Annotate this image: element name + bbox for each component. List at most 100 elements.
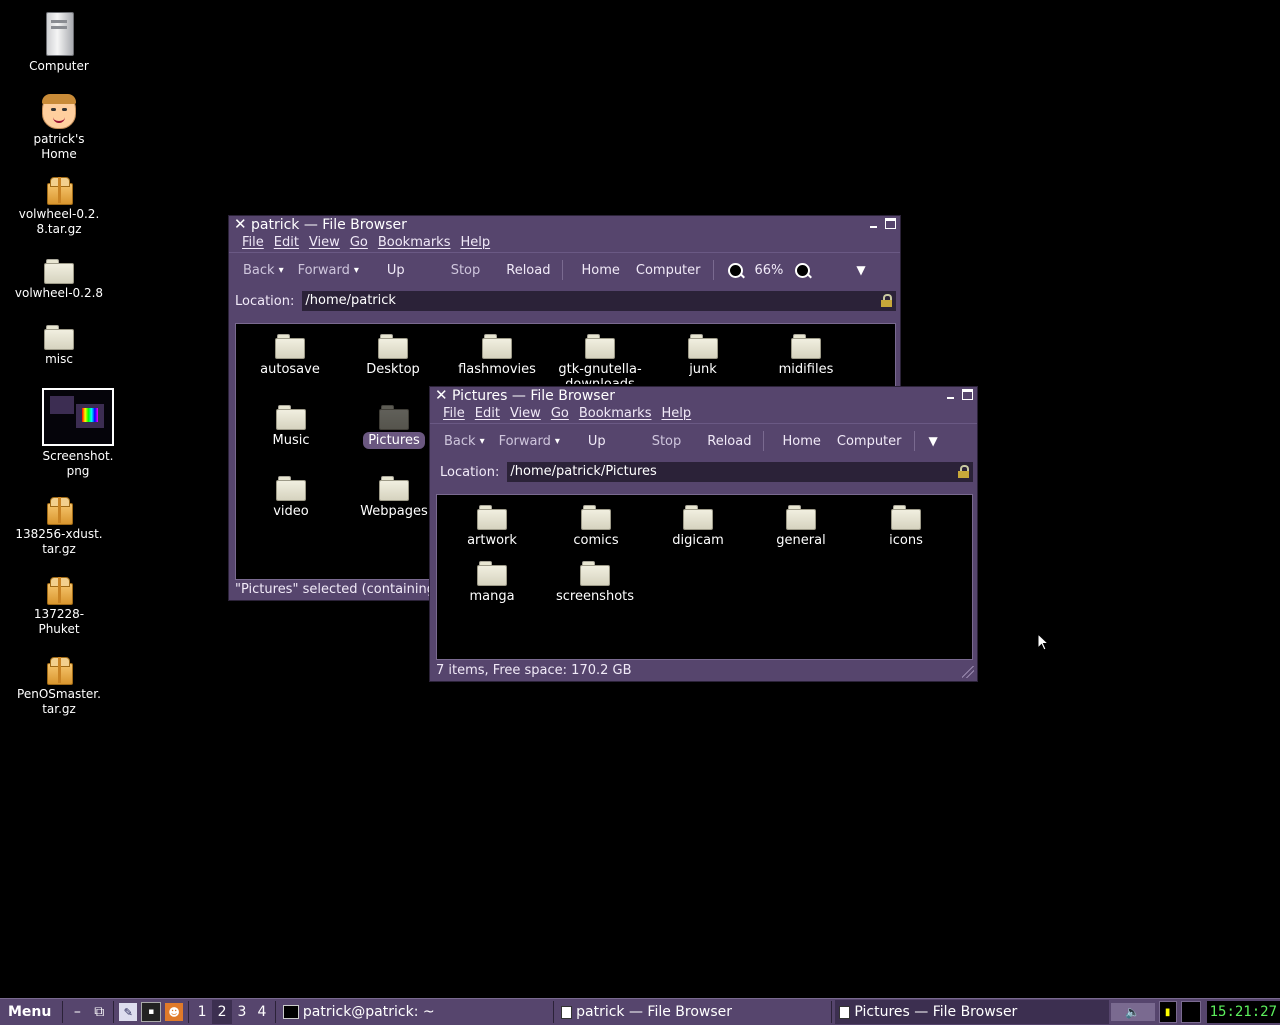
minimize-icon[interactable] xyxy=(868,218,879,229)
menu-edit[interactable]: Edit xyxy=(269,234,304,252)
folder-item-comics[interactable]: comics xyxy=(546,505,646,548)
desktop-icon-misc[interactable]: misc xyxy=(9,325,109,367)
computer-button[interactable]: Computer xyxy=(829,434,910,449)
folder-item-desktop[interactable]: Desktop xyxy=(343,334,443,377)
folder-item-music[interactable]: Music xyxy=(241,405,341,448)
desktop-icon-computer[interactable]: Computer xyxy=(9,12,109,74)
task-terminal[interactable]: patrick@patrick: ~ xyxy=(279,1000,550,1024)
maximize-icon[interactable] xyxy=(885,218,896,229)
back-history-icon[interactable]: ▾ xyxy=(480,436,485,447)
menu-view[interactable]: View xyxy=(505,405,546,423)
folder-name: Pictures xyxy=(363,432,425,449)
menu-go[interactable]: Go xyxy=(546,405,574,423)
zoom-out-icon[interactable] xyxy=(727,262,743,278)
menu-bookmarks[interactable]: Bookmarks xyxy=(373,234,456,252)
menu-file[interactable]: File xyxy=(237,234,269,252)
location-value: /home/patrick/Pictures xyxy=(510,464,657,479)
menu-bookmarks[interactable]: Bookmarks xyxy=(574,405,657,423)
folder-name: Music xyxy=(272,433,310,448)
desktop-icon-phuket[interactable]: 137228- Phuket xyxy=(9,576,109,637)
folder-item-midifiles[interactable]: midifiles xyxy=(756,334,856,377)
maximize-icon[interactable] xyxy=(962,389,973,400)
close-icon[interactable]: ✕ xyxy=(435,386,448,404)
folder-item-junk[interactable]: junk xyxy=(653,334,753,377)
desktop-icon-penosmaster[interactable]: PenOSmaster. tar.gz xyxy=(9,656,109,717)
package-icon xyxy=(45,576,73,605)
desktop-icon-xdust[interactable]: 138256-xdust. tar.gz xyxy=(9,496,109,557)
forward-history-icon[interactable]: ▾ xyxy=(354,265,359,276)
resize-grip-icon[interactable] xyxy=(962,666,974,678)
computer-button[interactable]: Computer xyxy=(628,263,709,278)
forward-history-icon[interactable]: ▾ xyxy=(555,436,560,447)
menu-view[interactable]: View xyxy=(304,234,345,252)
forward-button[interactable]: Forward xyxy=(491,434,559,449)
menu-help[interactable]: Help xyxy=(656,405,696,423)
location-label: Location: xyxy=(235,293,295,309)
desktop-icon-volwheel-folder[interactable]: volwheel-0.2.8 xyxy=(9,259,109,301)
menu-edit[interactable]: Edit xyxy=(470,405,505,423)
folder-item-digicam[interactable]: digicam xyxy=(648,505,748,548)
back-history-icon[interactable]: ▾ xyxy=(279,265,284,276)
menu-help[interactable]: Help xyxy=(455,234,495,252)
folder-item-general[interactable]: general xyxy=(751,505,851,548)
lock-icon[interactable] xyxy=(881,294,892,307)
folder-name: flashmovies xyxy=(458,362,536,377)
workspace-2[interactable]: 2 xyxy=(212,1000,233,1024)
stop-button[interactable]: Stop xyxy=(443,263,489,278)
menu-go[interactable]: Go xyxy=(345,234,373,252)
reload-button[interactable]: Reload xyxy=(699,434,759,449)
browser-launcher-icon[interactable]: ☻ xyxy=(165,1003,184,1021)
back-button[interactable]: Back xyxy=(235,263,283,278)
window-titlebar[interactable]: ✕ patrick — File Browser xyxy=(229,215,900,234)
menu-file[interactable]: File xyxy=(438,405,470,423)
folder-item-video[interactable]: video xyxy=(241,476,341,519)
desktop-icon-label: 8.tar.gz xyxy=(36,222,82,236)
folder-icon xyxy=(688,334,718,359)
folder-item-manga[interactable]: manga xyxy=(442,561,542,604)
location-input[interactable]: /home/patrick/Pictures xyxy=(507,462,973,482)
stop-button[interactable]: Stop xyxy=(644,434,690,449)
desktop-icon-home[interactable]: patrick's Home xyxy=(9,94,109,162)
desktop-icon-label: 138256-xdust. xyxy=(15,527,103,541)
terminal-launcher-icon[interactable]: ▪ xyxy=(141,1002,162,1022)
toolbar-overflow-icon[interactable]: ▼ xyxy=(929,434,938,448)
window-list-icon[interactable]: ⧉ xyxy=(90,1003,108,1021)
folder-item-icons[interactable]: icons xyxy=(856,505,956,548)
zoom-in-icon[interactable] xyxy=(795,262,811,278)
desktop-icon-screenshot[interactable]: Screenshot. png xyxy=(28,388,128,479)
minimize-all-icon[interactable]: – xyxy=(68,1003,86,1021)
clock[interactable]: 15:21:27 xyxy=(1206,1001,1280,1023)
toolbar-overflow-icon[interactable]: ▼ xyxy=(856,263,865,277)
home-button[interactable]: Home xyxy=(573,263,627,278)
folder-item-screenshots[interactable]: screenshots xyxy=(545,561,645,604)
folder-item-gtk-gnutella-downloads[interactable]: gtk-gnutella- downloads xyxy=(550,334,650,384)
location-input[interactable]: /home/patrick xyxy=(302,291,896,311)
desktop-icon-volwheel-tar[interactable]: volwheel-0.2. 8.tar.gz xyxy=(9,176,109,237)
minimize-icon[interactable] xyxy=(945,389,956,400)
up-button[interactable]: Up xyxy=(580,434,614,449)
forward-button[interactable]: Forward xyxy=(290,263,358,278)
task-pictures-file-browser[interactable]: Pictures — File Browser xyxy=(835,1000,1109,1024)
workspace-1[interactable]: 1 xyxy=(192,1004,212,1020)
workspace-4[interactable]: 4 xyxy=(252,1004,272,1020)
workspace-3[interactable]: 3 xyxy=(232,1004,252,1020)
folder-item-autosave[interactable]: autosave xyxy=(240,334,340,377)
back-button[interactable]: Back xyxy=(436,434,484,449)
window-titlebar[interactable]: ✕ Pictures — File Browser xyxy=(430,386,977,405)
lock-icon[interactable] xyxy=(958,465,969,478)
text-editor-launcher-icon[interactable]: ✎ xyxy=(119,1003,138,1021)
folder-name: midifiles xyxy=(778,362,834,377)
folder-icon xyxy=(581,505,611,530)
folder-item-flashmovies[interactable]: flashmovies xyxy=(447,334,547,377)
up-button[interactable]: Up xyxy=(379,263,413,278)
package-icon xyxy=(45,496,73,525)
close-icon[interactable]: ✕ xyxy=(234,215,247,233)
reload-button[interactable]: Reload xyxy=(498,263,558,278)
volume-icon[interactable]: 🔈 xyxy=(1110,1003,1155,1021)
menu-button[interactable]: Menu xyxy=(0,1004,59,1020)
task-patrick-file-browser[interactable]: patrick — File Browser xyxy=(557,1000,828,1024)
folder-item-artwork[interactable]: artwork xyxy=(442,505,542,548)
home-button[interactable]: Home xyxy=(774,434,828,449)
folder-name-line1: gtk-gnutella- xyxy=(558,362,642,377)
file-view[interactable]: artwork comics digicam general icons man… xyxy=(436,494,973,660)
